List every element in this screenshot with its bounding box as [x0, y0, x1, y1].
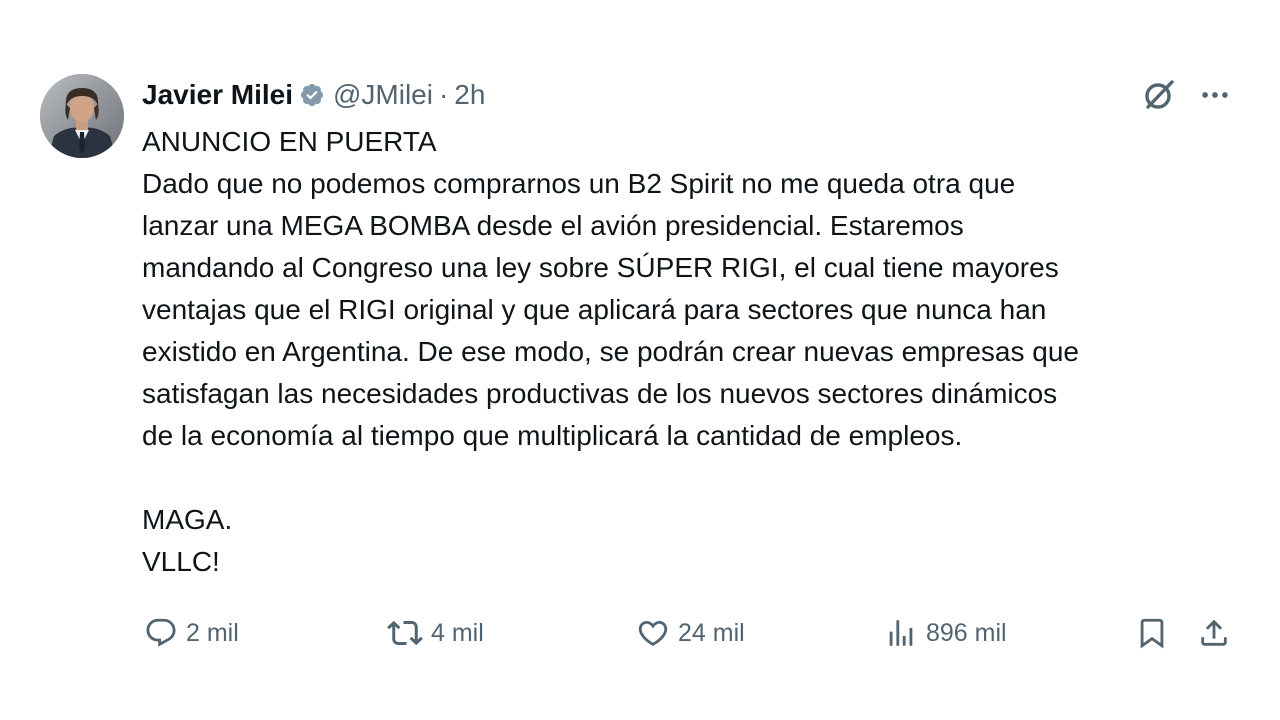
tweet-text-line: lanzar una MEGA BOMBA desde el avión pre…	[142, 210, 964, 241]
views-icon	[889, 620, 913, 646]
separator-dot: ·	[438, 79, 449, 110]
repost-icon	[387, 620, 423, 646]
tweet-text-line: Dado que no podemos comprarnos un B2 Spi…	[142, 168, 1016, 199]
reply-count: 2 mil	[186, 618, 239, 647]
heart-icon	[638, 620, 668, 646]
author-name[interactable]: Javier Milei	[142, 76, 293, 114]
verified-badge-icon[interactable]	[299, 82, 325, 108]
reply-icon	[146, 618, 176, 647]
tweet-text-line: VLLC!	[142, 546, 220, 577]
tweet-actions-bar: 2 mil 4 mil 24 mil 896 mil	[142, 612, 1242, 654]
author-handle[interactable]: @JMilei	[333, 76, 433, 114]
tweet-text-line: satisfagan las necesidades productivas d…	[142, 378, 1058, 409]
tweet-header: Javier Milei @JMilei · 2h	[142, 76, 485, 114]
bookmark-icon	[1140, 618, 1164, 649]
tweet-text: ANUNCIO EN PUERTA Dado que no podemos co…	[142, 121, 1252, 583]
share-icon	[1201, 619, 1227, 646]
reply-button[interactable]: 2 mil	[144, 612, 239, 654]
share-button[interactable]	[1197, 612, 1231, 654]
tweet-text-line: ventajas que el RIGI original y que apli…	[142, 294, 1047, 325]
avatar[interactable]	[40, 74, 124, 158]
like-button[interactable]: 24 mil	[636, 612, 745, 654]
tweet-text-line: existido en Argentina. De ese modo, se p…	[142, 336, 1080, 367]
repost-button[interactable]: 4 mil	[387, 612, 484, 654]
tweet-timestamp[interactable]: 2h	[454, 76, 485, 114]
views-button[interactable]: 896 mil	[884, 612, 1007, 654]
tweet-text-line: de la economía al tiempo que multiplicar…	[142, 420, 963, 451]
bookmark-button[interactable]	[1135, 612, 1169, 654]
avatar-image	[40, 74, 124, 158]
repost-count: 4 mil	[431, 618, 484, 647]
views-count: 896 mil	[926, 618, 1007, 647]
tweet-text-line: ANUNCIO EN PUERTA	[142, 126, 437, 157]
more-icon[interactable]	[1196, 76, 1234, 114]
tweet-text-line: mandando al Congreso una ley sobre SÚPER…	[142, 252, 1059, 283]
grok-icon[interactable]	[1140, 76, 1178, 114]
like-count: 24 mil	[678, 618, 745, 647]
tweet-text-line: MAGA.	[142, 504, 233, 535]
